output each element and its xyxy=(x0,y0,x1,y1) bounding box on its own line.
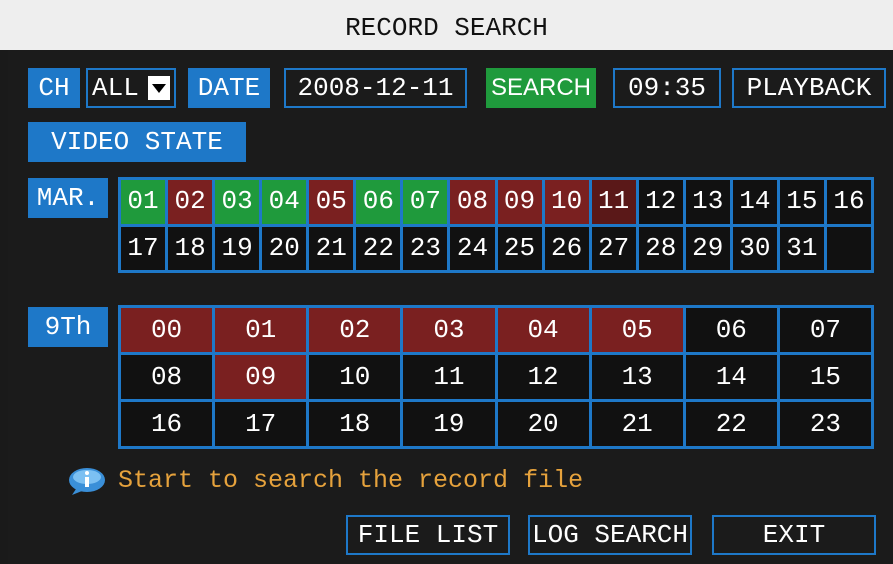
hour-cell-13[interactable]: 13 xyxy=(591,355,683,399)
day-cell-13[interactable]: 13 xyxy=(685,180,730,224)
log-search-button[interactable]: LOG SEARCH xyxy=(528,515,692,555)
day-cell-09[interactable]: 09 xyxy=(497,180,542,224)
day-cell-12[interactable]: 12 xyxy=(638,180,683,224)
hour-grid: 00 01 02 03 04 05 06 07 08 09 10 11 12 13 14 15 16 17 18 19… xyxy=(118,305,874,449)
day-cell-24[interactable]: 24 xyxy=(450,226,495,270)
hour-cell-01[interactable]: 01 xyxy=(215,308,307,352)
day-cell-22[interactable]: 22 xyxy=(356,226,401,270)
day-cell-08[interactable]: 08 xyxy=(450,180,495,224)
hour-cell-22[interactable]: 22 xyxy=(685,402,777,446)
day-cell-15[interactable]: 15 xyxy=(779,180,824,224)
hour-cell-21[interactable]: 21 xyxy=(591,402,683,446)
video-state-label: VIDEO STATE xyxy=(28,122,246,162)
hour-cell-04[interactable]: 04 xyxy=(497,308,589,352)
day-cell-11[interactable]: 11 xyxy=(591,180,636,224)
day-cell-30[interactable]: 30 xyxy=(732,226,777,270)
hour-cell-05[interactable]: 05 xyxy=(591,308,683,352)
month-label: MAR. xyxy=(28,178,108,218)
hour-cell-23[interactable]: 23 xyxy=(779,402,871,446)
day-cell-19[interactable]: 19 xyxy=(215,226,260,270)
day-cell-14[interactable]: 14 xyxy=(732,180,777,224)
search-button[interactable]: SEARCH xyxy=(486,68,596,108)
info-icon xyxy=(69,468,105,495)
hour-cell-10[interactable]: 10 xyxy=(309,355,401,399)
day-cell-31[interactable]: 31 xyxy=(779,226,824,270)
hour-cell-00[interactable]: 00 xyxy=(121,308,213,352)
chevron-down-icon[interactable] xyxy=(148,76,170,100)
hint-text: Start to search the record file xyxy=(118,466,584,495)
day-cell-27[interactable]: 27 xyxy=(591,226,636,270)
day-cell-06[interactable]: 06 xyxy=(356,180,401,224)
day-calendar-grid: 01 02 03 04 05 06 07 08 09 10 11 12 13 14 15 16 17 18 19 20… xyxy=(118,177,874,273)
day-cell-29[interactable]: 29 xyxy=(685,226,730,270)
playback-button[interactable]: PLAYBACK xyxy=(732,68,886,108)
hour-cell-15[interactable]: 15 xyxy=(779,355,871,399)
channel-label: CH xyxy=(28,68,80,108)
hour-cell-02[interactable]: 02 xyxy=(309,308,401,352)
day-cell-04[interactable]: 04 xyxy=(262,180,307,224)
day-cell-20[interactable]: 20 xyxy=(262,226,307,270)
channel-select[interactable]: ALL xyxy=(86,68,176,108)
day-cell-05[interactable]: 05 xyxy=(309,180,354,224)
hour-cell-19[interactable]: 19 xyxy=(403,402,495,446)
hour-cell-06[interactable]: 06 xyxy=(685,308,777,352)
hour-cell-20[interactable]: 20 xyxy=(497,402,589,446)
day-cell-17[interactable]: 17 xyxy=(121,226,166,270)
day-cell-02[interactable]: 02 xyxy=(168,180,213,224)
date-label: DATE xyxy=(188,68,270,108)
hour-cell-16[interactable]: 16 xyxy=(121,402,213,446)
hour-cell-18[interactable]: 18 xyxy=(309,402,401,446)
hour-cell-12[interactable]: 12 xyxy=(497,355,589,399)
window-title: RECORD SEARCH xyxy=(0,0,893,50)
hour-cell-07[interactable]: 07 xyxy=(779,308,871,352)
day-cell-07[interactable]: 07 xyxy=(403,180,448,224)
day-cell-28[interactable]: 28 xyxy=(638,226,683,270)
day-cell-25[interactable]: 25 xyxy=(497,226,542,270)
hour-cell-08[interactable]: 08 xyxy=(121,355,213,399)
exit-button[interactable]: EXIT xyxy=(712,515,876,555)
day-cell-23[interactable]: 23 xyxy=(403,226,448,270)
hour-cell-17[interactable]: 17 xyxy=(215,402,307,446)
hour-cell-09[interactable]: 09 xyxy=(215,355,307,399)
record-search-screen: RECORD SEARCH CH ALL DATE 2008-12-11 SEA… xyxy=(0,0,893,564)
hour-cell-03[interactable]: 03 xyxy=(403,308,495,352)
hour-cell-11[interactable]: 11 xyxy=(403,355,495,399)
hour-cell-14[interactable]: 14 xyxy=(685,355,777,399)
day-cell-16[interactable]: 16 xyxy=(826,180,871,224)
hour-grid-label: 9Th xyxy=(28,307,108,347)
day-cell-03[interactable]: 03 xyxy=(215,180,260,224)
date-field[interactable]: 2008-12-11 xyxy=(284,68,467,108)
day-cell-21[interactable]: 21 xyxy=(309,226,354,270)
day-cell-18[interactable]: 18 xyxy=(168,226,213,270)
channel-value: ALL xyxy=(92,73,139,103)
day-cell-empty xyxy=(826,226,871,270)
file-list-button[interactable]: FILE LIST xyxy=(346,515,510,555)
time-field[interactable]: 09:35 xyxy=(613,68,721,108)
day-cell-01[interactable]: 01 xyxy=(121,180,166,224)
day-cell-10[interactable]: 10 xyxy=(544,180,589,224)
day-cell-26[interactable]: 26 xyxy=(544,226,589,270)
